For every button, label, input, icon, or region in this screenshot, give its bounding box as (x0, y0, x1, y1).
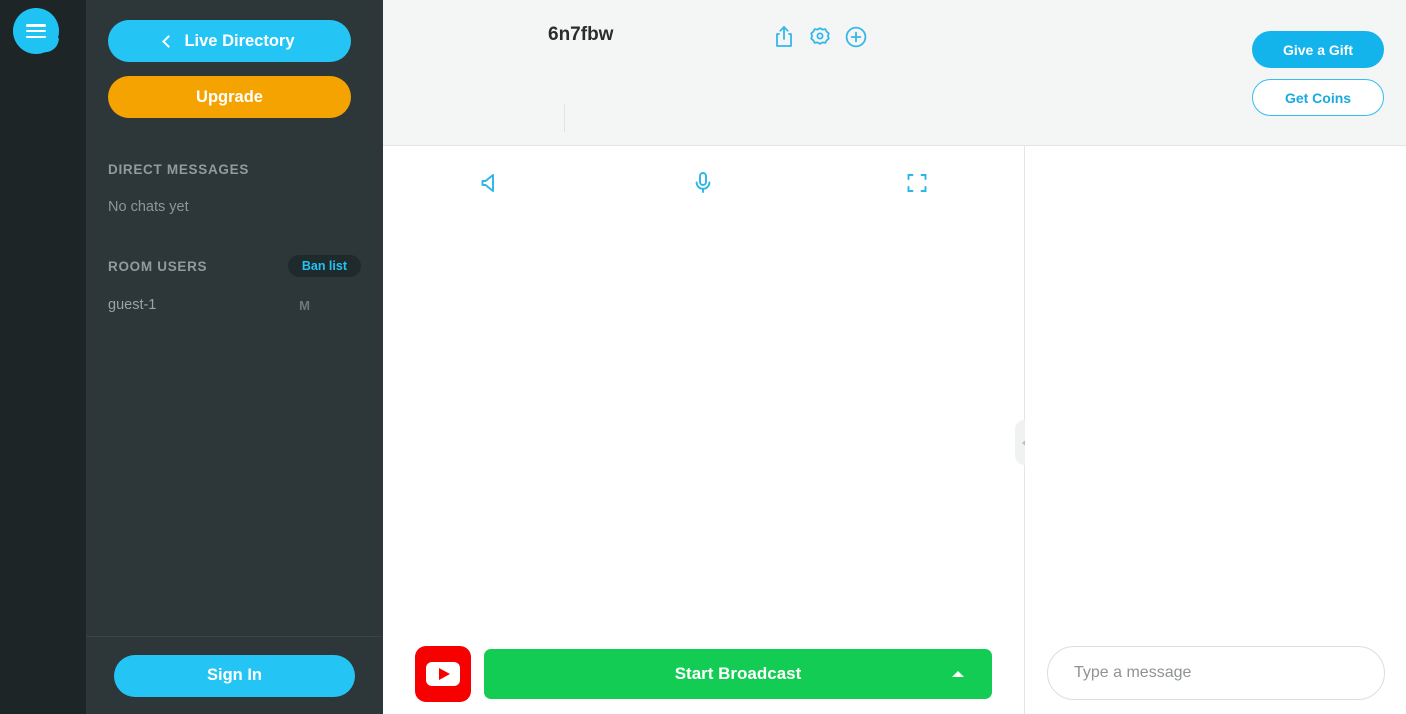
user-name: guest-1 (108, 297, 157, 313)
get-coins-button[interactable]: Get Coins (1252, 79, 1384, 116)
chevron-left-icon (162, 34, 176, 48)
header-icon-group (771, 24, 869, 50)
sign-in-button[interactable]: Sign In (114, 654, 355, 697)
main-area: 6n7fbw Give a Gift Get Coins Start Broad… (383, 0, 1406, 714)
broadcast-stage: Start Broadcast (383, 146, 1024, 714)
page-title: 6n7fbw (548, 24, 614, 45)
app-root: Live Directory Upgrade DIRECT MESSAGES N… (0, 0, 1406, 714)
youtube-icon[interactable] (415, 646, 471, 702)
youtube-play-surface (426, 662, 460, 686)
user-moderator-badge: M (299, 297, 311, 313)
top-header-bar: 6n7fbw Give a Gift Get Coins (383, 0, 1406, 146)
get-coins-label: Get Coins (1284, 89, 1352, 106)
fullscreen-icon[interactable] (890, 156, 944, 210)
header-action-buttons: Give a Gift Get Coins (1252, 31, 1384, 116)
chevron-up-icon[interactable] (952, 671, 964, 677)
gear-icon[interactable] (807, 24, 833, 50)
broadcast-bar: Start Broadcast (383, 634, 1024, 714)
play-triangle-icon (439, 668, 450, 680)
share-icon[interactable] (771, 24, 797, 50)
body-split: Start Broadcast (383, 146, 1406, 714)
direct-messages-header: DIRECT MESSAGES (108, 158, 361, 180)
header-divider (564, 104, 565, 132)
start-broadcast-button[interactable]: Start Broadcast (484, 649, 992, 699)
speaker-icon[interactable] (463, 156, 517, 210)
give-a-gift-label: Give a Gift (1282, 41, 1354, 58)
chat-panel (1025, 146, 1406, 714)
message-input[interactable] (1047, 646, 1385, 700)
left-icon-rail (0, 0, 86, 714)
list-item[interactable]: guest-1 M (108, 297, 361, 313)
sidebar: Live Directory Upgrade DIRECT MESSAGES N… (86, 0, 383, 714)
direct-messages-title: DIRECT MESSAGES (108, 161, 250, 177)
live-directory-label: Live Directory (184, 31, 295, 50)
start-broadcast-label: Start Broadcast (674, 664, 802, 683)
sign-in-footer: Sign In (86, 636, 383, 714)
upgrade-label: Upgrade (196, 87, 263, 106)
ban-list-button[interactable]: Ban list (287, 254, 361, 278)
upgrade-button[interactable]: Upgrade (108, 76, 351, 118)
menu-chat-bubble-button[interactable] (13, 8, 59, 54)
room-users-title: ROOM USERS (108, 258, 208, 274)
live-directory-button[interactable]: Live Directory (108, 20, 351, 62)
room-users-header: ROOM USERS Ban list (108, 254, 361, 278)
media-controls (383, 156, 1024, 210)
chat-input-wrapper (1047, 646, 1385, 700)
sign-in-label: Sign In (207, 666, 262, 684)
plus-circle-icon[interactable] (843, 24, 869, 50)
hamburger-icon (26, 24, 46, 39)
microphone-icon[interactable] (676, 156, 730, 210)
direct-messages-empty: No chats yet (108, 199, 189, 215)
give-a-gift-button[interactable]: Give a Gift (1252, 31, 1384, 68)
